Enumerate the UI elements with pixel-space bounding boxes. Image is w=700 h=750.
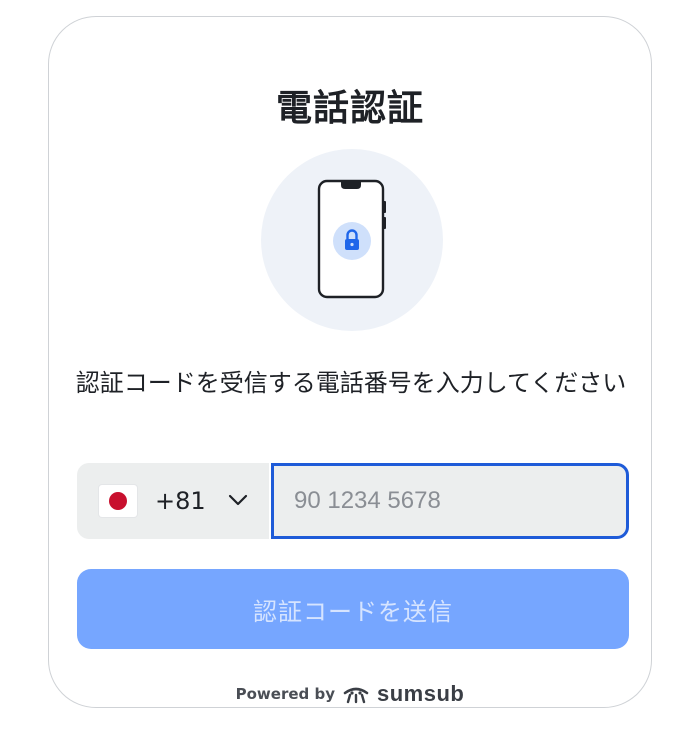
sumsub-logo-icon xyxy=(343,687,369,704)
powered-by-label: Powered by xyxy=(235,685,335,703)
sumsub-brand: sumsub xyxy=(377,681,465,706)
dial-code: +81 xyxy=(155,487,206,515)
phone-verification-card: 電話認証 認証コードを受信する電話番号を入力してください +81 90 1234… xyxy=(48,16,652,708)
phone-number-field: +81 xyxy=(77,463,629,539)
chevron-down-icon xyxy=(228,494,248,506)
send-code-button[interactable]: 認証コードを送信 xyxy=(77,569,629,649)
country-code-selector[interactable]: +81 xyxy=(77,463,269,539)
jp-flag-icon xyxy=(99,485,137,517)
smartphone-icon xyxy=(317,179,386,299)
phone-lock-illustration xyxy=(261,149,443,331)
instruction-text: 認証コードを受信する電話番号を入力してください xyxy=(75,369,627,397)
powered-by-footer: Powered by sumsub xyxy=(49,681,651,707)
phone-number-input[interactable] xyxy=(271,463,629,539)
page-title: 電話認証 xyxy=(275,88,424,129)
